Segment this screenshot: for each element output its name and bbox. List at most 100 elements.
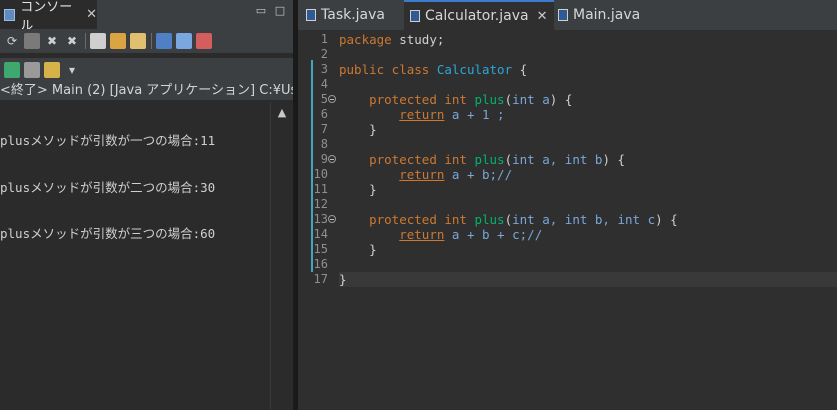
scroll-lock-icon[interactable] (110, 33, 126, 49)
ide-window: コンソール ✕ ▭ □ ⟳ ✖ ✖ ▾ <終了> Main (2) [Java … (0, 0, 837, 410)
console-toolbar: ⟳ ✖ ✖ (0, 29, 293, 53)
console-tabbar: コンソール ✕ ▭ □ (0, 0, 293, 34)
chevron-up-icon[interactable]: ▲ (271, 106, 293, 119)
tab-label: Calculator.java (425, 8, 529, 24)
code-line: package study; (339, 32, 837, 47)
refresh-icon[interactable]: ⟳ (4, 33, 20, 49)
tab-task-java[interactable]: Task.java (306, 0, 385, 30)
line-number: 15 (313, 242, 328, 256)
open-console-icon[interactable] (24, 62, 40, 78)
java-file-icon (558, 9, 568, 21)
maximize-icon[interactable]: □ (274, 5, 286, 17)
brace: } (339, 272, 347, 287)
chevron-down-icon[interactable]: ▾ (64, 62, 80, 78)
console-scrollbar[interactable]: ▲ (270, 102, 293, 410)
close-icon[interactable]: ✕ (86, 7, 97, 22)
console-line: plusメソッドが引数が二つの場合:30 (0, 179, 216, 195)
display-selected-console-icon[interactable] (4, 62, 20, 78)
line-number: 13 (313, 212, 328, 226)
line-number: 14 (313, 227, 328, 241)
parameters: int a, int b, int c (512, 212, 656, 227)
method-name: plus (474, 92, 505, 107)
toolbar-separator (85, 33, 86, 49)
clear-console-icon[interactable] (90, 33, 106, 49)
keyword: return (399, 107, 445, 122)
close-icon[interactable]: ✕ (537, 9, 548, 24)
pin-console-icon[interactable] (156, 33, 172, 49)
line-number: 8 (320, 137, 328, 151)
line-number: 3 (320, 62, 328, 76)
line-number: 12 (313, 197, 328, 211)
console-view: コンソール ✕ ▭ □ ⟳ ✖ ✖ ▾ <終了> Main (2) [Java … (0, 0, 293, 410)
code-line: protected int plus(int a) { (369, 92, 573, 107)
code-line: protected int plus(int a, int b) { (369, 152, 626, 167)
code-area[interactable]: package study; public class Calculator {… (339, 30, 837, 410)
keyword: return (399, 227, 445, 242)
tab-console[interactable]: コンソール ✕ (0, 0, 97, 34)
java-file-icon (410, 10, 420, 22)
tab-calculator-java[interactable]: Calculator.java ✕ (404, 0, 554, 30)
keyword: public class (339, 62, 430, 77)
line-number: 5 (320, 92, 328, 106)
method-name: plus (474, 152, 505, 167)
keyword: protected int (369, 212, 467, 227)
code-line-current: } (339, 272, 837, 287)
code-line: return a + b;// (339, 167, 837, 182)
line-number: 17 (313, 272, 328, 286)
tab-label: Task.java (321, 7, 385, 23)
remove-all-icon[interactable]: ✖ (64, 33, 80, 49)
toolbar-separator (151, 33, 152, 49)
keyword: protected int (369, 152, 467, 167)
line-number: 4 (320, 77, 328, 91)
code-text: a + b;// (451, 167, 513, 182)
java-file-icon (306, 9, 316, 21)
code-line: return a + b + c;// (339, 227, 837, 242)
console-output[interactable]: plusメソッドが引数が一つの場合:11 plusメソッドが引数が二つの場合:3… (0, 102, 270, 273)
remove-launch-icon[interactable]: ✖ (44, 33, 60, 49)
editor-gutter: 1 2 3 4 5 6 7 8 9 10 11 12 13 14 15 16 1… (298, 30, 338, 410)
code-text: { (512, 62, 528, 77)
tab-main-java[interactable]: Main.java (558, 0, 640, 30)
keyword: return (399, 167, 445, 182)
brace: } (369, 122, 377, 137)
fold-collapse-icon[interactable] (328, 215, 336, 223)
line-number: 1 (320, 32, 328, 46)
new-console-icon[interactable] (44, 62, 60, 78)
minimize-icon[interactable]: ▭ (255, 5, 267, 17)
code-text: a + 1 ; (451, 107, 505, 122)
tab-label: Main.java (573, 7, 641, 23)
console-line: plusメソッドが引数が三つの場合:60 (0, 226, 216, 241)
method-name: plus (474, 212, 505, 227)
console-toolbar-2: ▾ (0, 58, 293, 82)
keyword: protected int (369, 92, 467, 107)
console-icon (4, 8, 16, 21)
code-line: } (339, 182, 837, 197)
editor-tabbar: Task.java Calculator.java ✕ Main.java (298, 0, 837, 30)
code-line: public class Calculator { (339, 62, 837, 77)
show-stdout-icon[interactable] (176, 33, 192, 49)
fold-collapse-icon[interactable] (328, 95, 336, 103)
line-number: 9 (320, 152, 328, 166)
brace: } (369, 242, 377, 257)
word-wrap-icon[interactable] (130, 33, 146, 49)
code-line: return a + 1 ; (339, 107, 837, 122)
console-description: <終了> Main (2) [Java アプリケーション] C:¥User (0, 82, 293, 100)
fold-collapse-icon[interactable] (328, 155, 336, 163)
code-text: study; (391, 32, 445, 47)
line-number: 11 (313, 182, 328, 196)
console-line: plusメソッドが引数が一つの場合:11 (0, 133, 216, 148)
line-number: 6 (320, 107, 328, 121)
code-text: a + b + c;// (451, 227, 543, 242)
line-number: 7 (320, 122, 328, 136)
code-line: } (339, 122, 837, 137)
show-stderr-icon[interactable] (196, 33, 212, 49)
line-number: 2 (320, 47, 328, 61)
keyword: package (339, 32, 392, 47)
code-line: protected int plus(int a, int b, int c) … (369, 212, 678, 227)
line-number: 10 (313, 167, 328, 181)
brace: } (369, 182, 377, 197)
parameters: int a, int b (512, 152, 603, 167)
code-line: } (339, 242, 837, 257)
line-number: 16 (313, 257, 328, 271)
terminate-icon[interactable] (24, 33, 40, 49)
